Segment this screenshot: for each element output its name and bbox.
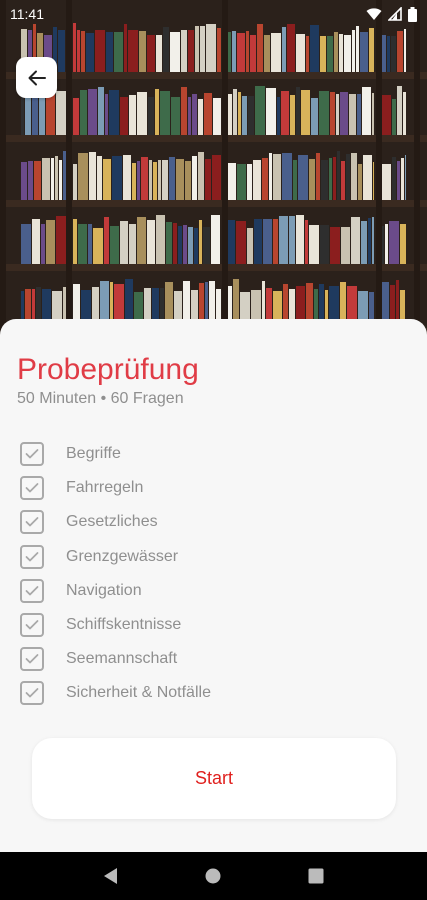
header-image <box>0 0 427 340</box>
topic-item[interactable]: Schiffskentnisse <box>20 608 410 642</box>
topic-label: Begriffe <box>66 445 121 463</box>
battery-icon <box>408 6 417 22</box>
checkmark-icon <box>25 483 39 493</box>
recents-square-icon <box>308 868 324 884</box>
arrow-left-icon <box>28 70 46 85</box>
topic-label: Schiffskentnisse <box>66 616 182 634</box>
system-nav-bar <box>0 852 427 900</box>
topic-checkbox[interactable] <box>20 647 44 672</box>
checkmark-icon <box>25 449 39 459</box>
checkmark-icon <box>25 654 39 664</box>
back-button[interactable] <box>16 57 57 98</box>
topic-checkbox[interactable] <box>20 681 44 706</box>
signal-icon <box>388 7 402 21</box>
checkmark-icon <box>25 585 39 596</box>
topic-checkbox[interactable] <box>20 544 44 569</box>
checkmark-icon <box>25 620 39 630</box>
status-time: 11:41 <box>10 6 44 22</box>
wifi-icon <box>366 8 382 20</box>
topic-checkbox[interactable] <box>20 476 44 501</box>
checkmark-icon <box>25 688 39 698</box>
nav-back-button[interactable] <box>87 852 135 900</box>
topic-item[interactable]: Navigation <box>20 574 410 608</box>
topic-item[interactable]: Begriffe <box>20 437 410 471</box>
topic-checkbox[interactable] <box>20 613 44 638</box>
bookshelf-photo <box>0 0 427 340</box>
home-circle-icon <box>205 868 221 884</box>
checkmark-icon <box>25 551 39 562</box>
back-triangle-icon <box>104 868 118 884</box>
page-title: Probeprüfung <box>17 353 199 386</box>
topic-label: Grenzgewässer <box>66 547 179 565</box>
topic-list: Begriffe Fahrregeln Gesetzliches Grenzgewäs… <box>20 437 410 711</box>
topic-item[interactable]: Sicherheit & Notfälle <box>20 676 410 710</box>
topic-item[interactable]: Gesetzliches <box>20 505 410 539</box>
checkmark-icon <box>25 517 39 527</box>
topic-item[interactable]: Fahrregeln <box>20 471 410 505</box>
topic-checkbox[interactable] <box>20 442 44 467</box>
topic-checkbox[interactable] <box>20 578 44 603</box>
exam-meta: 50 Minuten • 60 Fragen <box>17 390 184 407</box>
topic-item[interactable]: Seemannschaft <box>20 642 410 676</box>
topic-label: Fahrregeln <box>66 479 144 497</box>
topic-label: Navigation <box>66 581 142 599</box>
topic-label: Seemannschaft <box>66 650 178 668</box>
topic-label: Gesetzliches <box>66 513 158 531</box>
exam-sheet: Probeprüfung 50 Minuten • 60 Fragen Begr… <box>0 319 427 852</box>
topic-item[interactable]: Grenzgewässer <box>20 540 410 574</box>
status-bar: 11:41 <box>0 0 427 28</box>
nav-home-button[interactable] <box>189 852 237 900</box>
start-button[interactable]: Start <box>32 738 396 819</box>
topic-checkbox[interactable] <box>20 510 44 535</box>
topic-label: Sicherheit & Notfälle <box>66 684 211 702</box>
nav-recents-button[interactable] <box>292 852 340 900</box>
